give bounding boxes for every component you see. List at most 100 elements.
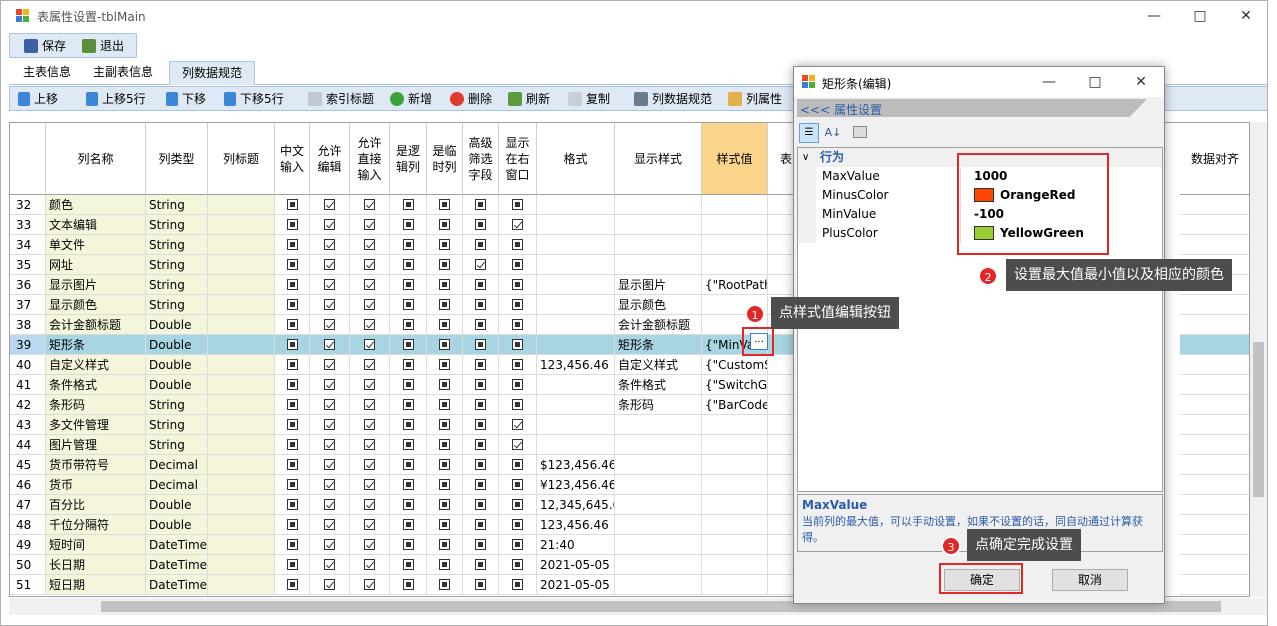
- cell-format[interactable]: [537, 235, 615, 255]
- cell-col-title[interactable]: [208, 335, 275, 355]
- checkbox[interactable]: [364, 499, 375, 510]
- minimize-button[interactable]: —: [1131, 1, 1177, 31]
- checkbox[interactable]: [475, 259, 486, 270]
- cell-col-name[interactable]: 矩形条: [46, 335, 146, 355]
- checkbox[interactable]: [402, 359, 414, 370]
- checkbox[interactable]: [439, 359, 450, 370]
- checkbox[interactable]: [475, 219, 486, 230]
- cell-col-title[interactable]: [208, 275, 275, 295]
- checkbox[interactable]: [324, 539, 335, 550]
- header-cn-input[interactable]: 中文 输入: [275, 123, 310, 195]
- cell-display-style[interactable]: [615, 215, 702, 235]
- column-props-button[interactable]: 列属性: [728, 91, 782, 107]
- cell-col-title[interactable]: [208, 435, 275, 455]
- row-number[interactable]: 47: [10, 495, 46, 515]
- cell-style-value[interactable]: [702, 455, 768, 475]
- row-number[interactable]: 37: [10, 295, 46, 315]
- checkbox[interactable]: [286, 559, 298, 570]
- checkbox[interactable]: [475, 239, 486, 250]
- checkbox[interactable]: [475, 499, 486, 510]
- cell-data-align[interactable]: [1180, 315, 1249, 335]
- checkbox[interactable]: [286, 459, 298, 470]
- checkbox[interactable]: [324, 439, 335, 450]
- checkbox[interactable]: [512, 499, 523, 510]
- dialog-maximize-button[interactable]: □: [1072, 67, 1118, 97]
- checkbox[interactable]: [402, 539, 414, 550]
- checkbox[interactable]: [324, 519, 335, 530]
- cell-format[interactable]: 2021-05-05: [537, 555, 615, 575]
- cell-col-name[interactable]: 颜色: [46, 195, 146, 215]
- cell-col-type[interactable]: DateTime: [146, 575, 208, 595]
- row-number[interactable]: 45: [10, 455, 46, 475]
- cell-display-style[interactable]: [615, 455, 702, 475]
- cell-display-style[interactable]: [615, 515, 702, 535]
- move-down-button[interactable]: 下移: [166, 91, 206, 107]
- cell-style-value[interactable]: [702, 235, 768, 255]
- header-display-style[interactable]: 显示样式: [615, 123, 702, 195]
- checkbox[interactable]: [364, 459, 375, 470]
- checkbox[interactable]: [324, 199, 335, 210]
- header-logic[interactable]: 是逻 辑列: [390, 123, 427, 195]
- checkbox[interactable]: [512, 419, 523, 430]
- cell-style-value[interactable]: {"BarCode: [702, 395, 768, 415]
- row-number[interactable]: 42: [10, 395, 46, 415]
- checkbox[interactable]: [286, 539, 298, 550]
- cell-display-style[interactable]: [615, 435, 702, 455]
- checkbox[interactable]: [475, 399, 486, 410]
- header-show-right[interactable]: 显示 在右 窗口: [499, 123, 537, 195]
- cell-format[interactable]: [537, 295, 615, 315]
- checkbox[interactable]: [475, 279, 486, 290]
- checkbox[interactable]: [512, 359, 523, 370]
- row-number[interactable]: 43: [10, 415, 46, 435]
- checkbox[interactable]: [286, 579, 298, 590]
- checkbox[interactable]: [475, 459, 486, 470]
- cell-display-style[interactable]: [615, 495, 702, 515]
- tab-master-detail[interactable]: 主副表信息: [81, 61, 165, 85]
- checkbox[interactable]: [324, 399, 335, 410]
- checkbox[interactable]: [475, 319, 486, 330]
- checkbox[interactable]: [402, 499, 414, 510]
- cell-col-name[interactable]: 显示图片: [46, 275, 146, 295]
- cell-display-style[interactable]: 自定义样式: [615, 355, 702, 375]
- checkbox[interactable]: [439, 339, 450, 350]
- checkbox[interactable]: [475, 339, 486, 350]
- checkbox[interactable]: [324, 259, 335, 270]
- cell-display-style[interactable]: [615, 475, 702, 495]
- cell-col-type[interactable]: Double: [146, 495, 208, 515]
- save-button[interactable]: 保存: [24, 38, 66, 54]
- cell-style-value[interactable]: [702, 535, 768, 555]
- checkbox[interactable]: [324, 279, 335, 290]
- checkbox[interactable]: [324, 379, 335, 390]
- cell-format[interactable]: [537, 415, 615, 435]
- header-allow-direct[interactable]: 允许 直接 输入: [350, 123, 390, 195]
- cell-col-type[interactable]: String: [146, 235, 208, 255]
- cell-col-name[interactable]: 会计金额标题: [46, 315, 146, 335]
- checkbox[interactable]: [286, 439, 298, 450]
- checkbox[interactable]: [286, 499, 298, 510]
- cell-col-name[interactable]: 长日期: [46, 555, 146, 575]
- checkbox[interactable]: [512, 379, 523, 390]
- cell-col-name[interactable]: 显示颜色: [46, 295, 146, 315]
- cell-data-align[interactable]: [1180, 495, 1249, 515]
- delete-button[interactable]: 删除: [450, 91, 492, 107]
- checkbox[interactable]: [364, 559, 375, 570]
- cell-style-value[interactable]: [702, 555, 768, 575]
- checkbox[interactable]: [475, 359, 486, 370]
- cell-style-value[interactable]: [702, 255, 768, 275]
- cell-col-type[interactable]: DateTime: [146, 555, 208, 575]
- header-temp[interactable]: 是临 时列: [427, 123, 463, 195]
- checkbox[interactable]: [364, 239, 375, 250]
- cell-format[interactable]: [537, 335, 615, 355]
- checkbox[interactable]: [402, 199, 414, 210]
- cell-display-style[interactable]: 显示颜色: [615, 295, 702, 315]
- checkbox[interactable]: [439, 419, 450, 430]
- cell-data-align[interactable]: [1180, 475, 1249, 495]
- cell-col-title[interactable]: [208, 395, 275, 415]
- checkbox[interactable]: [364, 319, 375, 330]
- checkbox[interactable]: [439, 299, 450, 310]
- row-number[interactable]: 49: [10, 535, 46, 555]
- cell-data-align[interactable]: [1180, 195, 1249, 215]
- cell-display-style[interactable]: 会计金额标题: [615, 315, 702, 335]
- checkbox[interactable]: [324, 579, 335, 590]
- cell-data-align[interactable]: [1180, 515, 1249, 535]
